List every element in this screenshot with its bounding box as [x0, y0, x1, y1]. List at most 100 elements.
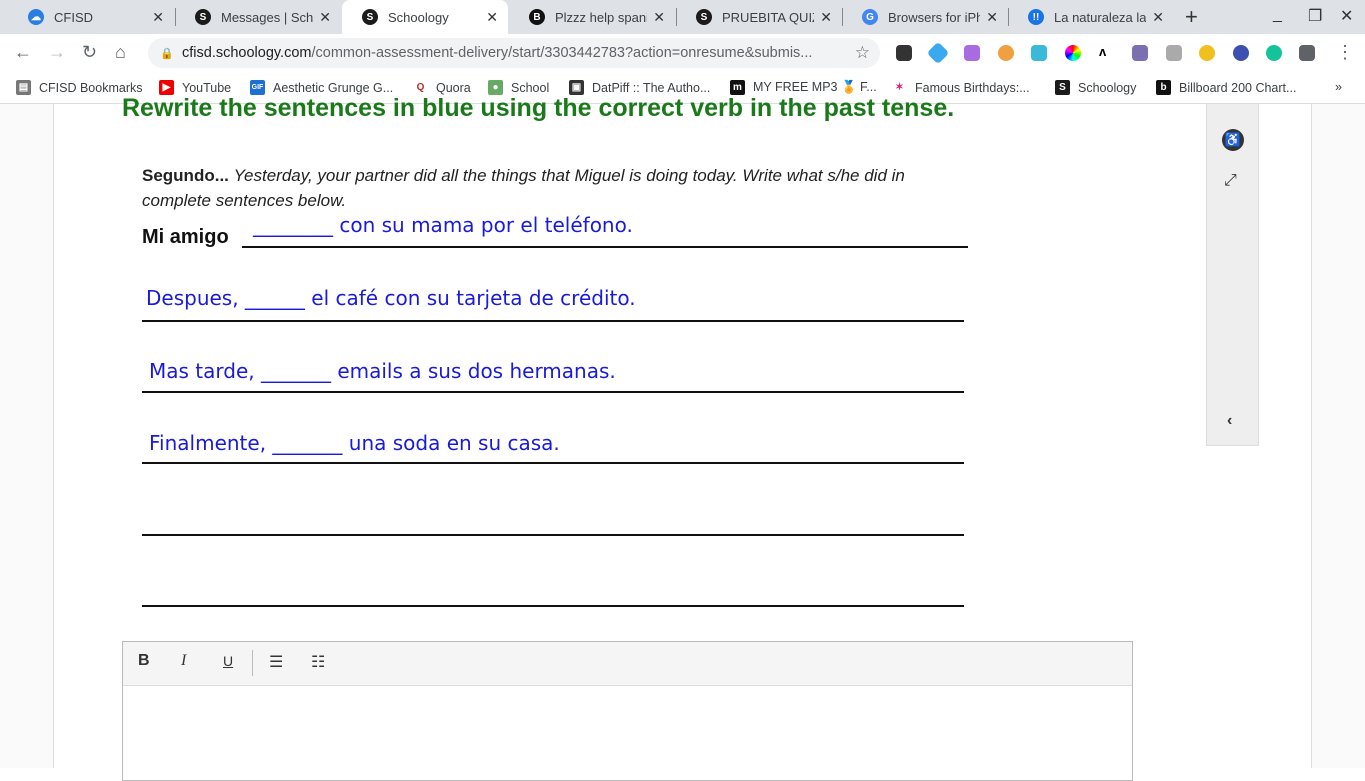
address-bar[interactable]: 🔒 cfisd.schoology.com/common-assessment-… — [148, 38, 880, 68]
tab-separator — [676, 8, 677, 26]
extension-icon[interactable] — [1233, 45, 1249, 61]
bookmark-icon: ▤ — [16, 80, 31, 95]
reload-icon[interactable]: ↻ — [82, 42, 97, 63]
tab-close-icon[interactable]: ✕ — [653, 9, 665, 26]
bookmark-label: Quora — [436, 80, 471, 95]
tab-close-icon[interactable]: ✕ — [152, 9, 164, 26]
restore-button[interactable]: ❐ — [1308, 6, 1322, 26]
grammarly-icon[interactable] — [1266, 45, 1282, 61]
bold-button[interactable]: B — [138, 652, 150, 670]
puzzle-icon[interactable] — [1299, 45, 1315, 61]
underline-button[interactable]: U — [223, 653, 233, 669]
extension-icon[interactable] — [1166, 45, 1182, 61]
bookmark-label: YouTube — [182, 80, 232, 95]
tab-title: La naturaleza la n — [1054, 9, 1147, 25]
bookmark-9[interactable]: b Billboard 200 Chart... — [1156, 80, 1296, 95]
bookmark-5[interactable]: ▣ DatPiff :: The Autho... — [569, 80, 710, 95]
tab-favicon-icon: S — [696, 9, 712, 25]
tab-4[interactable]: S PRUEBITA QUIZ - ✕ — [676, 0, 842, 34]
home-icon[interactable]: ⌂ — [115, 42, 126, 63]
editor-toolbar: B I U ☰ ☷ — [123, 642, 1132, 686]
bookmark-label: Schoology — [1078, 80, 1137, 95]
bookmark-icon: ▣ — [569, 80, 584, 95]
new-tab-button[interactable]: + — [1185, 4, 1198, 30]
bookmark-icon: S — [1055, 80, 1070, 95]
close-window-button[interactable]: ✕ — [1340, 6, 1353, 26]
side-panel: ♿ ⤢ ‹ — [1206, 104, 1259, 446]
instr-bold: Segundo... — [142, 166, 229, 185]
accessibility-icon[interactable]: ♿ — [1222, 129, 1244, 151]
collapse-chevron-icon[interactable]: ‹ — [1227, 412, 1232, 430]
bullet-list-icon[interactable]: ☰ — [269, 652, 283, 672]
extension-icon[interactable]: ʌ — [1099, 44, 1115, 60]
tab-1[interactable]: S Messages | Schoo ✕ — [175, 0, 341, 34]
tab-title: CFISD — [54, 9, 93, 25]
extension-icon[interactable] — [896, 45, 912, 61]
bookmark-label: School — [511, 80, 550, 95]
sentence-3: Mas tarde, _______ emails a sus dos herm… — [149, 359, 616, 383]
tab-separator — [1008, 8, 1009, 26]
tab-title: Plzzz help spanis — [555, 9, 648, 25]
extension-icon[interactable] — [1031, 45, 1047, 61]
answer-line — [142, 391, 964, 393]
tab-bar: ☁ CFISD ✕ S Messages | Schoo ✕ S Schoology ✕ B Plz… — [0, 0, 1365, 34]
extension-icon[interactable] — [1065, 45, 1081, 61]
bookmark-6[interactable]: m MY FREE MP3 🏅 F... — [730, 80, 877, 95]
bookmark-8[interactable]: S Schoology — [1055, 80, 1136, 95]
bookmark-label: Billboard 200 Chart... — [1179, 80, 1297, 95]
sentence-1: ________ con su mama por el teléfono. — [253, 213, 633, 237]
tab-title: Schoology — [388, 9, 449, 25]
tab-favicon-icon: S — [362, 9, 378, 25]
tab-3[interactable]: B Plzzz help spanis ✕ — [509, 0, 675, 34]
lock-icon: 🔒 — [160, 47, 174, 60]
tab-2[interactable]: S Schoology ✕ — [342, 0, 508, 34]
tab-close-icon[interactable]: ✕ — [820, 9, 832, 26]
bookmark-0[interactable]: ▤ CFISD Bookmarks — [16, 80, 143, 95]
extension-icon[interactable] — [1199, 45, 1215, 61]
tab-favicon-icon: B — [529, 9, 545, 25]
tab-close-icon[interactable]: ✕ — [486, 9, 498, 26]
tab-6[interactable]: !! La naturaleza la n ✕ — [1008, 0, 1174, 34]
bookmark-7[interactable]: ✶ Famous Birthdays:... — [892, 80, 1030, 95]
tab-title: PRUEBITA QUIZ - — [722, 9, 814, 25]
tab-title: Messages | Schoo — [221, 9, 314, 25]
bookmark-icon: b — [1156, 80, 1171, 95]
tab-close-icon[interactable]: ✕ — [319, 9, 331, 26]
tab-5[interactable]: G Browsers for iPho ✕ — [842, 0, 1008, 34]
tab-0[interactable]: ☁ CFISD ✕ — [8, 0, 174, 34]
italic-button[interactable]: I — [181, 652, 186, 670]
bookmark-icon: GIF — [250, 80, 265, 95]
tab-close-icon[interactable]: ✕ — [1152, 9, 1164, 26]
fullscreen-icon[interactable]: ⤢ — [1224, 172, 1237, 190]
tab-favicon-icon: S — [195, 9, 211, 25]
minimize-button[interactable]: _ — [1273, 6, 1282, 24]
tab-favicon-icon: !! — [1028, 9, 1044, 25]
numbered-list-icon[interactable]: ☷ — [311, 652, 325, 672]
sentence-4: Finalmente, _______ una soda en su casa. — [149, 431, 560, 455]
tab-favicon-icon: ☁ — [28, 9, 44, 25]
tab-title: Browsers for iPho — [888, 9, 981, 25]
tab-close-icon[interactable]: ✕ — [986, 9, 998, 26]
extension-icon[interactable] — [964, 45, 980, 61]
answer-editor[interactable]: B I U ☰ ☷ — [122, 641, 1133, 781]
bookmark-4[interactable]: ● School — [488, 80, 549, 95]
bookmark-label: Famous Birthdays:... — [915, 80, 1030, 95]
pdf-extension-icon[interactable] — [1132, 45, 1148, 61]
url-path: /common-assessment-delivery/start/330344… — [311, 45, 813, 61]
back-icon[interactable]: ← — [14, 42, 32, 63]
extension-icon[interactable] — [998, 45, 1014, 61]
answer-line — [142, 462, 964, 464]
forward-icon[interactable]: → — [48, 42, 66, 63]
extension-icon[interactable] — [926, 41, 950, 65]
bookmark-3[interactable]: Q Quora — [413, 80, 471, 95]
sentence-2: Despues, ______ el café con su tarjeta d… — [146, 286, 636, 310]
bookmark-label: MY FREE MP3 🏅 F... — [753, 80, 877, 94]
menu-icon[interactable]: ⋮ — [1336, 42, 1354, 63]
toolbar-divider — [252, 650, 253, 676]
question-instructions: Segundo... Yesterday, your partner did a… — [142, 163, 962, 213]
bookmark-2[interactable]: GIF Aesthetic Grunge G... — [250, 80, 393, 95]
bookmarks-more[interactable]: » — [1335, 80, 1342, 94]
star-icon[interactable]: ☆ — [855, 43, 870, 63]
bookmark-1[interactable]: ▶ YouTube — [159, 80, 231, 95]
bookmark-icon: ● — [488, 80, 503, 95]
